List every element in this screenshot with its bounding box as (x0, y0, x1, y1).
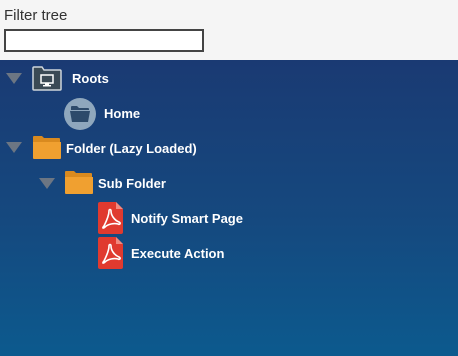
home-folder-icon (63, 97, 97, 131)
expand-toggle-icon[interactable] (6, 142, 22, 153)
tree-node-label: Home (104, 106, 141, 121)
expand-toggle-icon[interactable] (39, 178, 55, 189)
filter-area: Filter tree (0, 0, 458, 60)
folder-icon (32, 135, 62, 160)
tree: Roots Home Folder (Lazy Loaded) Sub Fold… (0, 60, 458, 356)
tree-node-label: Execute Action (131, 246, 225, 261)
monitor-folder-icon (32, 66, 62, 91)
tree-node-label: Notify Smart Page (131, 211, 243, 226)
tree-node-notify-smart-page[interactable]: Notify Smart Page (0, 202, 458, 234)
folder-icon (64, 170, 94, 195)
filter-input[interactable] (4, 29, 204, 52)
tree-node-execute-action[interactable]: Execute Action (0, 237, 458, 269)
expand-toggle-icon[interactable] (6, 73, 22, 84)
tree-node-home[interactable]: Home (0, 97, 458, 130)
tree-node-sub-folder[interactable]: Sub Folder (0, 168, 458, 198)
tree-node-roots[interactable]: Roots (0, 63, 458, 93)
tree-view-panel: Filter tree Roots Home Folder (Lazy Load… (0, 0, 458, 356)
tree-node-label: Roots (72, 71, 109, 86)
pdf-icon (98, 237, 124, 269)
filter-label: Filter tree (4, 7, 68, 24)
tree-node-label: Folder (Lazy Loaded) (66, 141, 197, 156)
pdf-icon (98, 202, 124, 234)
tree-node-label: Sub Folder (98, 176, 166, 191)
tree-node-folder-lazy-loaded[interactable]: Folder (Lazy Loaded) (0, 133, 458, 163)
